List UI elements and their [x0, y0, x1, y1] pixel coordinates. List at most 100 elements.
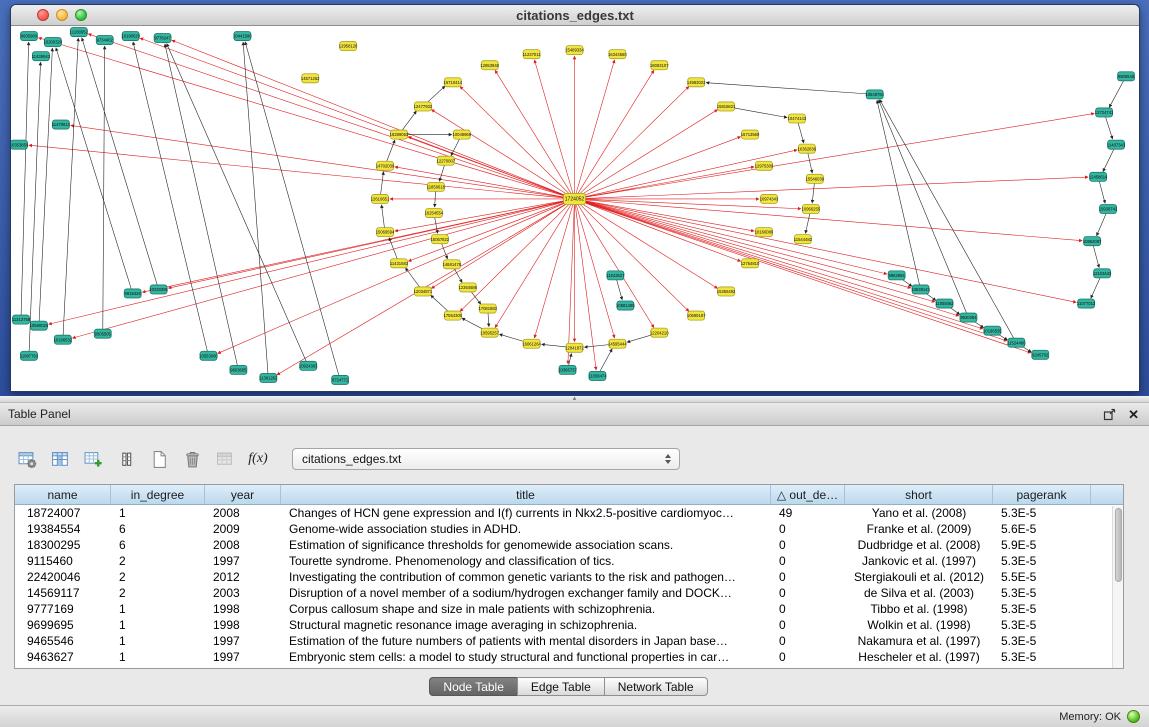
- node-table: namein_degreeyeartitle△ out_de…shortpage…: [14, 484, 1124, 669]
- table-row[interactable]: 2242004622012Investigating the contribut…: [15, 569, 1123, 585]
- graph-node-label: 12754810: [741, 261, 760, 266]
- column-header-out_de[interactable]: △ out_de…: [771, 485, 845, 504]
- graph-node-label: 10648784: [865, 92, 884, 97]
- graph-node-label: 11077013: [1077, 301, 1096, 306]
- graph-node-label: 9920294: [960, 315, 977, 320]
- graph-node-label: 9603605: [230, 367, 247, 372]
- table-row[interactable]: 1872400712008Changes of HCN gene express…: [15, 505, 1123, 521]
- function-builder-button[interactable]: f(x): [245, 447, 271, 471]
- graph-node-label: 9734402: [97, 38, 114, 43]
- graph-node-label: 10553000: [199, 353, 218, 358]
- table-row[interactable]: 977716911998Corpus callosum shape and si…: [15, 601, 1123, 617]
- table-cell: Jankovic et al. (1997): [845, 553, 993, 569]
- graph-node-label: 15938742: [1099, 207, 1118, 212]
- table-scrollbar-thumb[interactable]: [1115, 508, 1122, 582]
- table-row[interactable]: 911546021997Tourette syndrome. Phenomeno…: [15, 553, 1123, 569]
- table-cell: 1: [111, 601, 205, 617]
- table-cell: 1998: [205, 617, 281, 633]
- table-cell: 9777169: [15, 601, 111, 617]
- graph-node-label: 16061264: [522, 341, 541, 346]
- column-chooser-button[interactable]: [47, 447, 73, 471]
- graph-node-label: 9245702: [1032, 352, 1049, 357]
- column-header-short[interactable]: short: [845, 485, 993, 504]
- table-cell: 5.3E-5: [993, 553, 1091, 569]
- table-cell: 6: [111, 537, 205, 553]
- window-titlebar[interactable]: citations_edges.txt: [11, 5, 1139, 26]
- table-source-select[interactable]: citations_edges.txt: [292, 448, 680, 470]
- table-cell: 1: [111, 505, 205, 521]
- table-row[interactable]: 1456911722003Disruption of a novel membe…: [15, 585, 1123, 601]
- table-cell: 0: [771, 649, 845, 665]
- graph-node-label: 12103443: [1093, 271, 1112, 276]
- delete-table-button[interactable]: [179, 447, 205, 471]
- table-cell: 5.3E-5: [993, 585, 1091, 601]
- table-scrollbar[interactable]: [1112, 506, 1123, 668]
- graph-node-label: 9605980: [21, 34, 38, 39]
- table-cell: 18300295: [15, 537, 111, 553]
- edit-table-button[interactable]: [80, 447, 106, 471]
- graph-node-label: 9806548: [1118, 74, 1135, 79]
- close-panel-button[interactable]: ✕: [1128, 408, 1139, 421]
- graph-node-label: 11850618: [427, 184, 446, 189]
- table-cell: Stergiakouli et al. (2012): [845, 569, 993, 585]
- graph-node-label: 16362836: [798, 146, 817, 151]
- graph-node-label: 14595444: [608, 341, 627, 346]
- table-cell: 1997: [205, 553, 281, 569]
- memory-status[interactable]: Memory: OK: [1059, 711, 1121, 723]
- graph-node-label: 10196529: [121, 34, 140, 39]
- table-cell: Franke et al. (2009): [845, 521, 993, 537]
- graph-node-label: 11439943: [32, 54, 51, 59]
- graph-node-label: 12975309: [755, 163, 774, 168]
- graph-node-label: 11313758: [12, 317, 31, 322]
- splitter-handle-icon: ▴: [573, 395, 577, 402]
- column-header-name[interactable]: name: [15, 485, 111, 504]
- table-row[interactable]: 1938455462009Genome-wide association stu…: [15, 521, 1123, 537]
- graph-node-label: 11544482: [794, 237, 813, 242]
- table-settings-button[interactable]: [14, 447, 40, 471]
- graph-node-label: 12041872: [565, 345, 584, 350]
- graph-node-label: 16713569: [741, 132, 760, 137]
- import-table-button[interactable]: [212, 447, 238, 471]
- graph-node-label: 10353858: [11, 142, 29, 147]
- graph-node-label: 10166086: [755, 230, 774, 235]
- select-arrows-icon: [663, 454, 673, 464]
- column-header-pagerank[interactable]: pagerank: [993, 485, 1091, 504]
- row-tools-button[interactable]: [113, 447, 139, 471]
- graph-node-label: 17554300: [444, 313, 463, 318]
- tab-edge-table[interactable]: Edge Table: [517, 677, 605, 696]
- table-cell: 5.3E-5: [993, 649, 1091, 665]
- table-cell: 0: [771, 537, 845, 553]
- graph-node-label: 10590026: [30, 323, 49, 328]
- column-header-year[interactable]: year: [205, 485, 281, 504]
- graph-node-label: 9724771: [332, 378, 349, 383]
- graph-node-label: 15546039: [806, 176, 825, 181]
- table-cell: Dudbridge et al. (2008): [845, 537, 993, 553]
- import-table-icon: [216, 450, 235, 469]
- table-cell: 1997: [205, 649, 281, 665]
- tab-node-table[interactable]: Node Table: [429, 677, 518, 696]
- table-row[interactable]: 969969511998Structural magnetic resonanc…: [15, 617, 1123, 633]
- network-canvas[interactable]: 1724052109743431016608612754810153654921…: [11, 26, 1139, 391]
- graph-node-label: 10366737: [558, 367, 577, 372]
- table-cell: 2008: [205, 537, 281, 553]
- close-panel-icon: ✕: [1128, 408, 1139, 421]
- graph-node-label: 16254554: [425, 211, 444, 216]
- table-cell: 5.3E-5: [993, 633, 1091, 649]
- table-cell: 5.9E-5: [993, 537, 1091, 553]
- column-header-in_degree[interactable]: in_degree: [111, 485, 205, 504]
- graph-node-label: 18289063: [390, 132, 409, 137]
- column-header-title[interactable]: title: [281, 485, 771, 504]
- tab-network-table[interactable]: Network Table: [604, 677, 708, 696]
- float-panel-button[interactable]: [1103, 408, 1116, 421]
- graph-node-label: 17081983: [478, 306, 497, 311]
- table-cell: Nakamura et al. (1997): [845, 633, 993, 649]
- table-row[interactable]: 946362711997Embryonic stem cells: a mode…: [15, 649, 1123, 665]
- table-row[interactable]: 946554611997Estimation of the future num…: [15, 633, 1123, 649]
- window-title: citations_edges.txt: [11, 5, 1139, 26]
- float-panel-icon: [1103, 408, 1116, 421]
- new-table-button[interactable]: [146, 447, 172, 471]
- table-cell: 5.3E-5: [993, 601, 1091, 617]
- graph-node-label: 10966255: [802, 207, 821, 212]
- table-row[interactable]: 1830029562008Estimation of significance …: [15, 537, 1123, 553]
- table-cell: 5.3E-5: [993, 505, 1091, 521]
